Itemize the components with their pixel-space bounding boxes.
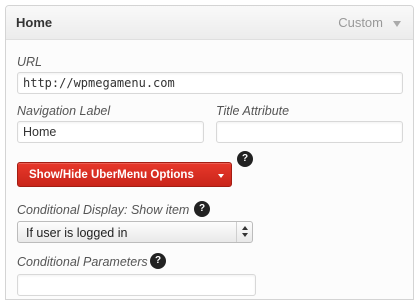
- navigation-label-input[interactable]: [17, 121, 204, 143]
- menu-item-type: Custom: [338, 15, 383, 30]
- chevron-down-icon[interactable]: [393, 21, 401, 27]
- conditional-display-selected-value: If user is logged in: [26, 226, 128, 240]
- menu-item-title: Home: [16, 15, 53, 30]
- help-icon[interactable]: ?: [194, 201, 210, 217]
- menu-item-panel: Home Custom URL Navigation Label Title A…: [5, 5, 414, 300]
- conditional-parameters-label: Conditional Parameters: [17, 255, 148, 269]
- ubermenu-options-button-label: Show/Hide UberMenu Options: [29, 169, 194, 181]
- help-icon[interactable]: ?: [150, 253, 166, 269]
- caret-down-icon: [218, 174, 224, 178]
- title-attribute-label: Title Attribute: [216, 104, 290, 118]
- menu-item-settings: URL Navigation Label Title Attribute Sho…: [6, 41, 413, 299]
- select-arrows-icon: [236, 222, 252, 242]
- title-attribute-input[interactable]: [216, 121, 403, 143]
- conditional-display-select[interactable]: If user is logged in: [17, 221, 253, 243]
- menu-item-header[interactable]: Home Custom: [6, 6, 413, 40]
- navigation-label-label: Navigation Label: [17, 104, 111, 118]
- conditional-parameters-input[interactable]: [17, 274, 256, 296]
- help-icon[interactable]: ?: [237, 151, 253, 167]
- url-label: URL: [17, 55, 43, 69]
- url-input[interactable]: [17, 72, 403, 94]
- ubermenu-options-toggle-button[interactable]: Show/Hide UberMenu Options: [17, 162, 232, 187]
- conditional-display-label: Conditional Display: Show item: [17, 203, 190, 217]
